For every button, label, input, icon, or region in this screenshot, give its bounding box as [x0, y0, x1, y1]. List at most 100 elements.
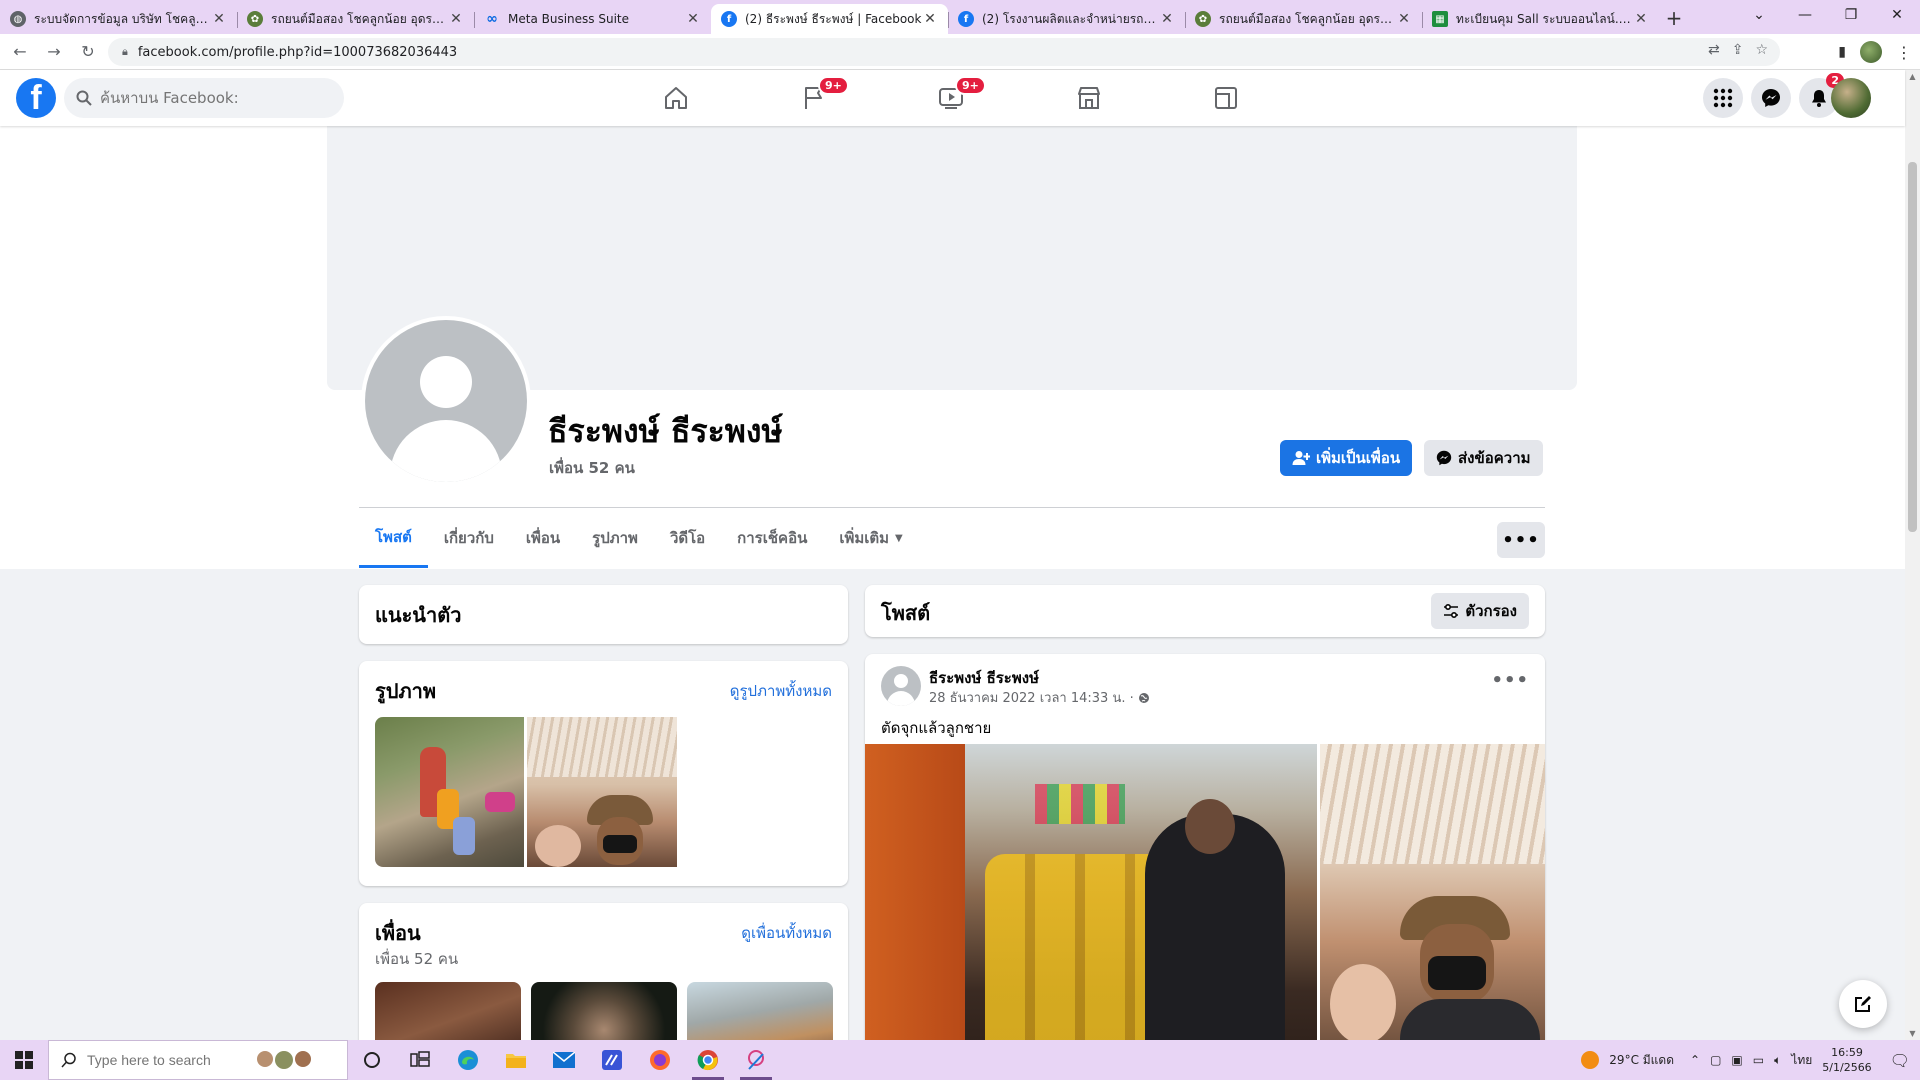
address-bar[interactable]: 🔒︎ facebook.com/profile.php?id=100073682… [108, 38, 1780, 66]
browser-tab-active[interactable]: f (2) ธีระพงษ์ ธีระพงษ์ | Facebook ✕ [711, 4, 948, 34]
browser-tab[interactable]: ▦ ทะเบียนคุม Sall ระบบออนไลน์.xlsx - G ✕ [1422, 4, 1659, 34]
app-icon[interactable] [588, 1040, 636, 1080]
mail-icon[interactable] [540, 1040, 588, 1080]
filter-button[interactable]: ตัวกรอง [1431, 593, 1529, 629]
tab-videos[interactable]: วิดีโอ [654, 508, 721, 568]
browser-tab[interactable]: ◍ ระบบจัดการข้อมูล บริษัท โชคลูกน้อย ✕ [0, 4, 237, 34]
new-tab-button[interactable]: + [1659, 4, 1689, 34]
edge-icon[interactable] [444, 1040, 492, 1080]
photo-thumbnail[interactable] [527, 717, 677, 867]
clock[interactable]: 16:59 5/1/2566 [1822, 1045, 1871, 1075]
browser-tab[interactable]: ✿ รถยนต์มือสอง โชคลูกน้อย อุดรธานี ✕ [237, 4, 474, 34]
network-icon[interactable]: ▭ [1753, 1053, 1764, 1067]
post-author-avatar[interactable] [881, 666, 921, 706]
menu-button[interactable] [1703, 78, 1743, 118]
forward-icon[interactable]: → [40, 42, 68, 61]
profile-more-options-button[interactable]: ••• [1497, 522, 1545, 558]
firefox-icon[interactable] [636, 1040, 684, 1080]
message-button[interactable]: ส่งข้อความ [1424, 440, 1543, 476]
intro-card: แนะนำตัว [359, 585, 848, 644]
post-timestamp[interactable]: 28 ธันวาคม 2022 เวลา 14:33 น. · [929, 687, 1134, 708]
meet-now-icon[interactable]: ▣ [1731, 1053, 1742, 1067]
add-friend-button[interactable]: เพิ่มเป็นเพื่อน [1280, 440, 1413, 476]
nav-watch[interactable]: 9+ [895, 70, 1007, 126]
scrollbar-thumb[interactable] [1908, 162, 1917, 532]
nav-pages[interactable]: 9+ [758, 70, 870, 126]
post-options-icon[interactable]: ••• [1491, 670, 1529, 691]
file-explorer-icon[interactable] [492, 1040, 540, 1080]
taskbar-search[interactable] [48, 1040, 348, 1080]
see-all-photos-link[interactable]: ดูรูปภาพทั้งหมด [730, 679, 832, 703]
translate-icon[interactable]: ⇄ [1708, 42, 1720, 58]
snipping-tool-icon[interactable] [732, 1040, 780, 1080]
lock-icon[interactable]: 🔒︎ [122, 45, 128, 59]
see-all-friends-link[interactable]: ดูเพื่อนทั้งหมด [741, 921, 832, 945]
tray-app-icon[interactable]: ▢ [1710, 1053, 1721, 1067]
tab-more[interactable]: เพิ่มเติม ▼ [823, 508, 918, 568]
taskbar-search-input[interactable] [87, 1052, 257, 1068]
browser-menu-icon[interactable]: ⋮ [1896, 43, 1912, 62]
reload-icon[interactable]: ↻ [74, 42, 102, 61]
browser-profile-avatar[interactable] [1860, 41, 1882, 63]
tab-posts[interactable]: โพสต์ [359, 508, 428, 568]
back-icon[interactable]: ← [6, 42, 34, 61]
nav-home[interactable] [620, 70, 732, 126]
browser-tab[interactable]: ∞ Meta Business Suite ✕ [474, 4, 711, 34]
close-icon[interactable]: ✕ [1633, 11, 1649, 27]
bookmark-star-icon[interactable]: ☆ [1755, 42, 1768, 58]
profile-tabs: โพสต์ เกี่ยวกับ เพื่อน รูปภาพ วิดีโอ การ… [359, 508, 919, 568]
bell-icon [1812, 90, 1826, 107]
profile-picture[interactable] [361, 316, 531, 486]
share-icon[interactable]: ⇪ [1732, 42, 1744, 58]
scroll-down-arrow[interactable]: ▼ [1905, 1029, 1920, 1038]
nav-gaming[interactable] [1170, 70, 1282, 126]
start-button[interactable] [0, 1040, 48, 1080]
task-view-icon[interactable] [396, 1040, 444, 1080]
new-message-button[interactable] [1839, 980, 1887, 1028]
messenger-button[interactable] [1751, 78, 1791, 118]
nav-marketplace[interactable] [1033, 70, 1145, 126]
tab-search-icon[interactable]: ⌄ [1736, 0, 1782, 34]
search-input[interactable] [100, 89, 320, 107]
close-icon[interactable]: ✕ [1396, 11, 1412, 27]
close-window-button[interactable]: ✕ [1874, 0, 1920, 34]
tab-photos[interactable]: รูปภาพ [576, 508, 654, 568]
volume-icon[interactable]: 🔈︎ [1774, 1053, 1781, 1068]
browser-tab[interactable]: ✿ รถยนต์มือสอง โชคลูกน้อย อุดรธานี ✕ [1185, 4, 1422, 34]
photo-thumbnail[interactable] [375, 717, 524, 867]
restore-button[interactable]: ❐ [1828, 0, 1874, 34]
search-icon [61, 1052, 76, 1068]
close-icon[interactable]: ✕ [1159, 11, 1175, 27]
facebook-search[interactable] [64, 78, 344, 118]
side-panel-icon[interactable]: ▮ [1838, 44, 1846, 60]
photos-card: รูปภาพ ดูรูปภาพทั้งหมด [359, 661, 848, 886]
weather-text[interactable]: 29°C มีแดด [1609, 1051, 1674, 1070]
scroll-up-arrow[interactable]: ▲ [1905, 72, 1920, 81]
close-icon[interactable]: ✕ [448, 11, 464, 27]
close-icon[interactable]: ✕ [685, 11, 701, 27]
post-photo[interactable] [1320, 744, 1545, 1074]
tab-friends[interactable]: เพื่อน [510, 508, 576, 568]
input-language[interactable]: ไทย [1791, 1051, 1812, 1070]
minimize-button[interactable]: — [1782, 0, 1828, 34]
notification-center-icon[interactable]: 🗨︎ [1890, 1051, 1910, 1070]
page-scrollbar[interactable]: ▲ ▼ [1905, 70, 1920, 1040]
facebook-logo[interactable]: f [16, 78, 56, 118]
tab-title: รถยนต์มือสอง โชคลูกน้อย อุดรธานี [271, 11, 448, 26]
post-photo[interactable] [865, 744, 1317, 1074]
chevron-up-icon[interactable]: ⌃ [1690, 1053, 1700, 1067]
chrome-icon[interactable] [684, 1040, 732, 1080]
close-icon[interactable]: ✕ [922, 11, 938, 27]
notification-badge: 9+ [818, 76, 849, 95]
close-icon[interactable]: ✕ [211, 11, 227, 27]
system-tray: 29°C มีแดด ⌃ ▢ ▣ ▭ 🔈︎ ไทย 16:59 5/1/2566… [1581, 1040, 1920, 1080]
tab-checkins[interactable]: การเช็คอิน [721, 508, 823, 568]
browser-tab[interactable]: f (2) โรงงานผลิตและจำหน่ายรถยนต์ไฟ ✕ [948, 4, 1185, 34]
add-friend-icon [1292, 451, 1310, 465]
account-avatar[interactable] [1831, 78, 1871, 118]
friend-count[interactable]: เพื่อน 52 คน [549, 456, 635, 480]
grid-menu-icon [1713, 88, 1733, 108]
weather-sun-icon[interactable] [1581, 1051, 1600, 1069]
cortana-icon[interactable] [348, 1040, 396, 1080]
tab-about[interactable]: เกี่ยวกับ [428, 508, 510, 568]
